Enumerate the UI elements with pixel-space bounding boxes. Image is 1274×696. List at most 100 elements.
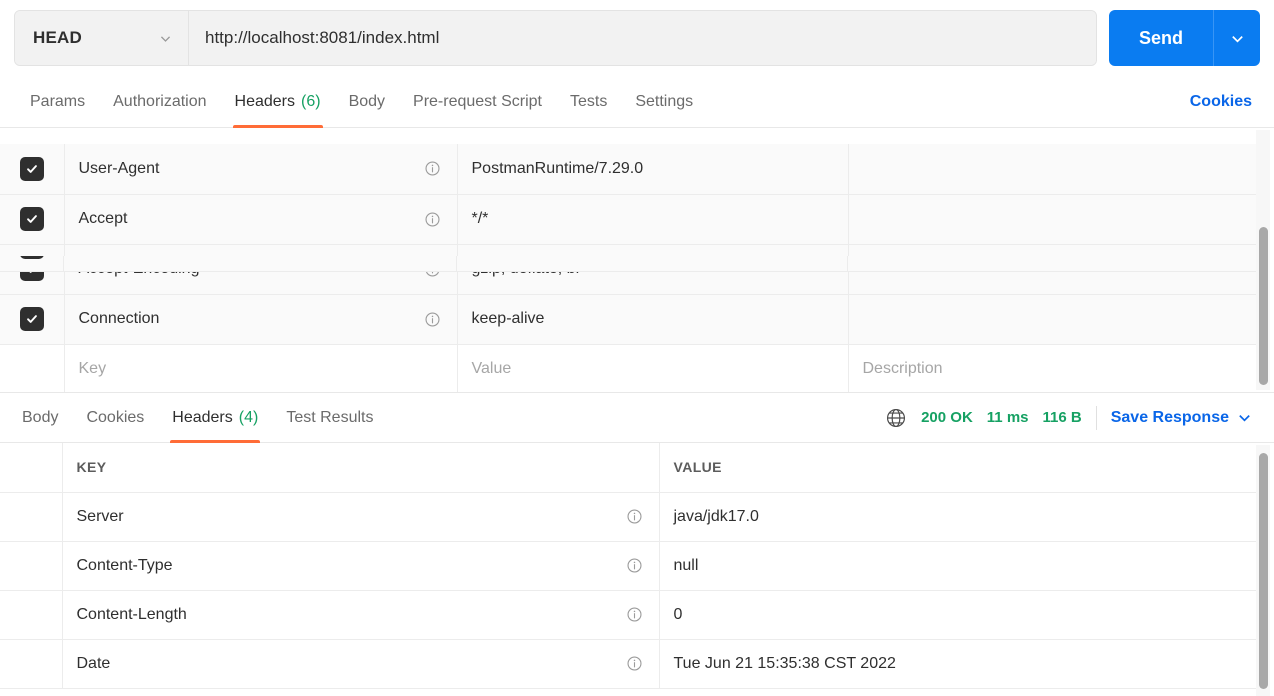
header-value: 0 [673,605,683,623]
row-checkbox-cell[interactable] [0,294,65,345]
row-key-cell: Date [62,639,660,689]
row-checkbox[interactable] [19,307,44,331]
info-circle-icon[interactable] [626,557,643,574]
response-tab-body[interactable]: Body [8,392,72,443]
response-pane-scrollbar-thumb[interactable] [1259,453,1268,689]
tab-headers[interactable]: Headers (6) [221,76,335,128]
response-status-area: 200 OK 11 ms 116 B Save Response [885,405,1266,430]
table-row[interactable]: Content-Length 0 [0,590,1262,640]
row-checkbox[interactable] [19,207,44,231]
response-size: 116 B [1042,409,1082,426]
table-row[interactable]: Server java/jdk17.0 [0,492,1262,542]
row-checkbox-cell [0,344,65,392]
globe-icon[interactable] [885,407,907,429]
row-value-cell[interactable]: PostmanRuntime/7.29.0 [457,144,849,195]
tab-body[interactable]: Body [335,76,399,128]
response-headers-pane: KEY VALUE Server java/jdk17.0 Content-Ty… [0,443,1274,696]
table-row[interactable]: Date Tue Jun 21 15:35:38 CST 2022 [0,639,1262,689]
row-description-cell[interactable] [848,144,1262,195]
tab-label: Test Results [286,408,374,426]
http-method-label: HEAD [33,28,82,47]
column-label: KEY [76,459,107,476]
response-tab-cookies[interactable]: Cookies [72,392,158,443]
row-value-cell: 0 [659,590,1262,640]
divider [1095,405,1097,430]
row-value-cell: null [659,541,1262,591]
request-pane-scrollbar-thumb[interactable] [1259,227,1268,385]
info-circle-icon[interactable] [424,211,441,228]
row-value-cell: java/jdk17.0 [659,492,1262,542]
info-circle-icon[interactable] [626,606,643,623]
row-key-cell[interactable]: User-Agent [64,144,458,195]
new-description-input[interactable]: Description [848,344,1262,392]
header-key: User-Agent [78,159,160,177]
response-time: 11 ms [986,409,1029,426]
column-label: VALUE [673,459,722,476]
header-value: PostmanRuntime/7.29.0 [471,159,644,177]
request-headers-pane: User-Agent PostmanRuntime/7.29.0 Accept … [0,128,1274,392]
response-tab-headers[interactable]: Headers (4) [158,392,272,443]
request-url-input[interactable]: http://localhost:8081/index.html [189,11,1096,65]
tab-label: Authorization [113,92,207,110]
row-key-cell[interactable]: Connection [64,294,458,345]
column-header-key: KEY [62,443,660,493]
row-key-cell: Content-Length [62,590,660,640]
row-description-cell[interactable] [848,194,1262,245]
table-row[interactable]: User-Agent PostmanRuntime/7.29.0 [0,144,1262,195]
table-row-partial [0,256,1262,272]
save-response-button[interactable]: Save Response [1111,409,1229,427]
tab-params[interactable]: Params [16,76,99,128]
send-button[interactable]: Send [1109,10,1214,66]
row-key-cell: Content-Type [62,541,660,591]
info-circle-icon[interactable] [626,508,643,525]
header-key: Content-Type [76,556,173,574]
table-row[interactable]: Accept */* [0,194,1262,245]
send-options-button[interactable] [1214,10,1260,66]
gutter-cell [0,443,63,493]
row-checkbox[interactable] [19,256,44,259]
header-key: Server [76,507,124,525]
header-key: Connection [78,310,160,327]
method-and-url-group: HEAD http://localhost:8081/index.html [14,10,1097,66]
cookies-link[interactable]: Cookies [1190,93,1258,111]
tab-settings[interactable]: Settings [621,76,707,128]
new-key-input[interactable]: Key [64,344,458,392]
status-code: 200 OK [921,409,973,426]
table-row[interactable]: Content-Type null [0,541,1262,591]
postman-request-response-view: HEAD http://localhost:8081/index.html Se… [0,0,1274,696]
http-method-select[interactable]: HEAD [15,11,189,65]
tab-tests[interactable]: Tests [556,76,621,128]
info-circle-icon[interactable] [424,160,441,177]
tab-label: Cookies [86,408,145,426]
table-row-new-entry[interactable]: Key Value Description [0,344,1262,392]
gutter-cell [0,541,63,591]
chevron-down-icon[interactable] [1237,410,1252,425]
new-value-input[interactable]: Value [457,344,849,392]
row-key-cell[interactable]: Accept [64,194,458,245]
tab-label: Headers [172,408,233,426]
info-circle-icon[interactable] [424,311,441,328]
value-placeholder: Value [471,360,512,377]
row-value-cell[interactable]: */* [457,194,849,245]
row-checkbox[interactable] [19,156,44,181]
row-checkbox-cell[interactable] [0,144,65,195]
header-value: null [673,556,699,574]
row-value-cell: Tue Jun 21 15:35:38 CST 2022 [659,639,1262,689]
chevron-down-icon [1230,31,1245,46]
header-value: keep-alive [471,310,545,327]
row-description-cell[interactable] [848,294,1262,345]
request-url-bar: HEAD http://localhost:8081/index.html Se… [0,0,1274,76]
response-tab-test-results[interactable]: Test Results [272,392,387,443]
tab-authorization[interactable]: Authorization [99,76,220,128]
column-header-value: VALUE [659,443,1262,493]
info-circle-icon[interactable] [626,655,643,672]
tab-label: Tests [569,92,608,110]
header-key: Content-Length [76,605,187,623]
tab-label: Params [30,92,86,110]
row-checkbox-cell[interactable] [0,194,65,245]
row-value-cell[interactable]: keep-alive [457,294,849,345]
table-header-row: KEY VALUE [0,443,1262,493]
request-tab-bar: Params Authorization Headers (6) Body Pr… [0,76,1274,128]
table-row[interactable]: Connection keep-alive [0,294,1262,345]
tab-pre-request-script[interactable]: Pre-request Script [399,76,556,128]
